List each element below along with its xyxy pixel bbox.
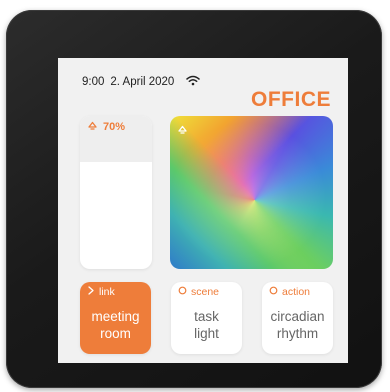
tile-type-label: link — [99, 286, 115, 298]
room-title: OFFICE — [251, 88, 331, 111]
tile-text: task light — [171, 308, 242, 342]
tile-header: scene — [178, 286, 219, 298]
action-tile-circadian-rhythm[interactable]: action circadian rhythm — [262, 282, 333, 354]
tile-line-1: meeting — [91, 309, 140, 324]
tile-header: link — [87, 286, 115, 298]
circle-icon — [178, 286, 187, 298]
tile-text: meeting room — [80, 308, 151, 342]
tile-text: circadian rhythm — [262, 308, 333, 342]
touch-screen: 9:00 2. April 2020 OFFICE 70% link meeti… — [58, 58, 348, 363]
tile-header: action — [269, 286, 310, 298]
tile-line-1: task — [194, 309, 219, 324]
dimmer-label: 70% — [87, 121, 125, 133]
tile-type-label: action — [282, 286, 311, 298]
wifi-icon — [186, 75, 201, 89]
tile-type-label: scene — [191, 286, 220, 298]
dimmer-slider[interactable]: 70% — [80, 116, 152, 269]
device-frame: 9:00 2. April 2020 OFFICE 70% link meeti… — [6, 10, 382, 388]
tile-line-1: circadian — [270, 309, 325, 324]
status-time: 9:00 — [82, 76, 105, 88]
status-date: 2. April 2020 — [110, 76, 175, 88]
dimmer-level-value: 70% — [103, 121, 126, 133]
tile-line-2: light — [194, 326, 219, 341]
scene-tile-task-light[interactable]: scene task light — [171, 282, 242, 354]
link-tile-meeting-room[interactable]: link meeting room — [80, 282, 151, 354]
circle-icon — [269, 286, 278, 298]
chevron-right-icon — [87, 286, 95, 298]
tile-line-2: rhythm — [276, 326, 319, 341]
lamp-icon — [177, 121, 188, 139]
lamp-icon — [87, 121, 98, 133]
color-picker[interactable] — [170, 116, 333, 269]
status-bar: 9:00 2. April 2020 — [82, 75, 201, 89]
tile-line-2: room — [100, 326, 131, 341]
